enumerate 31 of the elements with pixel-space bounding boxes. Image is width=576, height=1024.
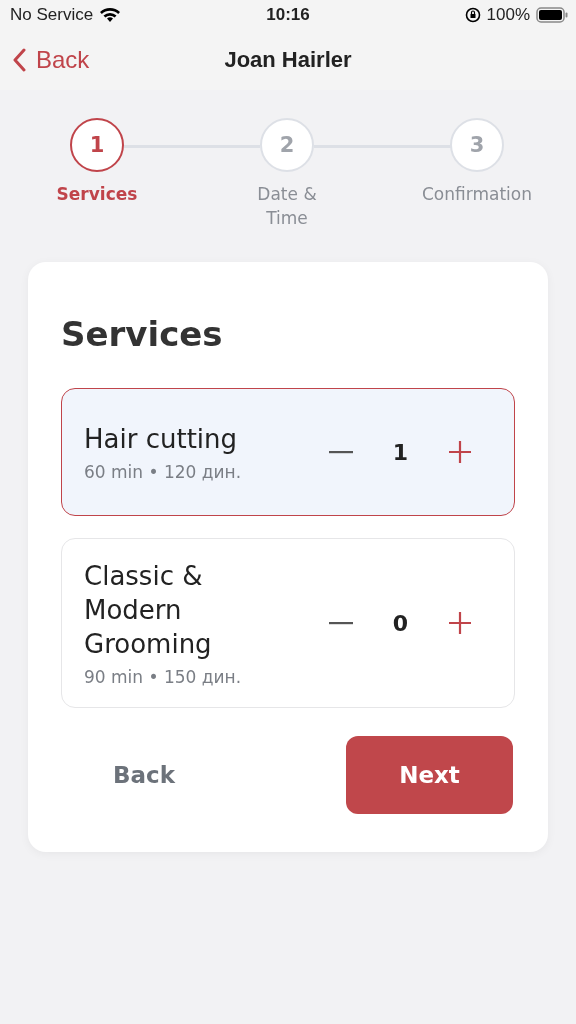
step-number[interactable]: 1 [70,118,124,172]
battery-icon [536,7,568,23]
battery-text: 100% [486,5,530,25]
chevron-left-icon [12,48,26,72]
page-title: Joan Hairler [224,47,352,73]
step-number[interactable]: 3 [450,118,504,172]
clock-text: 10:16 [266,5,310,25]
carrier-text: No Service [10,5,94,25]
quantity-value: 1 [392,439,408,465]
back-link[interactable]: Back [12,46,90,74]
next-button[interactable]: Next [346,736,513,814]
service-option[interactable]: Classic & Modern Grooming 90 min • 150 дин. 0 [61,538,515,708]
service-option[interactable]: Hair cutting 60 min • 120 дин. 1 [61,388,515,516]
step-number[interactable]: 2 [260,118,314,172]
minus-icon[interactable] [328,450,353,454]
minus-icon[interactable] [328,621,353,625]
step-label: Date & Time [257,183,317,230]
orientation-lock-icon [464,7,481,23]
service-details: 90 min • 150 дин. [84,667,243,687]
back-label[interactable]: Back [36,46,90,74]
wifi-icon [99,7,122,23]
plus-icon[interactable] [448,611,472,635]
service-name: Hair cutting [84,423,239,456]
section-title: Services [61,314,224,354]
service-name: Classic & Modern Grooming [84,560,213,661]
service-details: 60 min • 120 дин. [84,462,243,482]
step-label: Confirmation [422,183,532,206]
back-button[interactable]: Back [83,742,205,808]
step-label: Services [56,183,138,206]
quantity-value: 0 [392,610,408,636]
plus-icon[interactable] [448,440,472,464]
